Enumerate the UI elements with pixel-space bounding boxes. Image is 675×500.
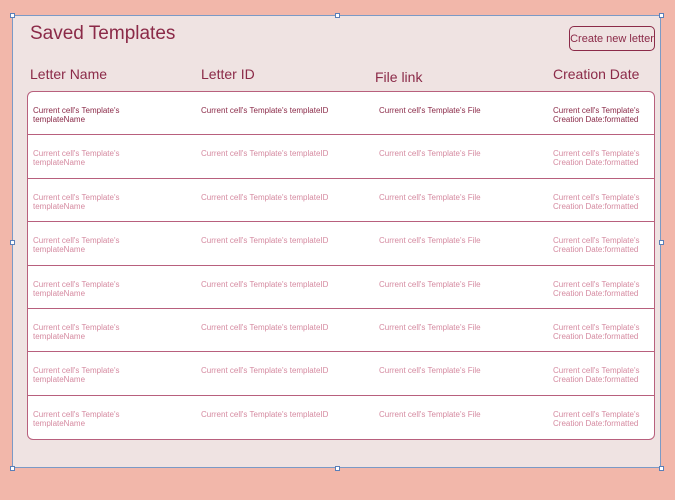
resize-handle-bottom-left[interactable] [10, 466, 15, 471]
template-id-cell: Current cell's Template's templateID [201, 236, 329, 246]
page-title: Saved Templates [30, 23, 176, 44]
resize-handle-bottom-middle[interactable] [335, 466, 340, 471]
templates-table: Current cell's Template's templateName C… [27, 91, 655, 440]
resize-handle-top-left[interactable] [10, 13, 15, 18]
template-name-cell: Current cell's Template's templateName [33, 322, 120, 341]
template-file-link[interactable]: Current cell's Template's File [379, 323, 519, 332]
template-name-cell: Current cell's Template's templateName [33, 192, 120, 211]
resize-handle-middle-left[interactable] [10, 240, 15, 245]
creation-date-cell: Current cell's Template's Creation Date:… [553, 279, 640, 298]
table-row[interactable]: Current cell's Template's templateName C… [28, 179, 654, 223]
column-header-creation-date: Creation Date [553, 66, 640, 82]
resize-handle-bottom-right[interactable] [659, 466, 664, 471]
create-new-letter-button[interactable]: Create new letter [569, 26, 655, 51]
template-file-link[interactable]: Current cell's Template's File [379, 410, 519, 419]
column-header-letter-id: Letter ID [201, 66, 255, 82]
creation-date-cell: Current cell's Template's Creation Date:… [553, 366, 640, 385]
resize-handle-middle-right[interactable] [659, 240, 664, 245]
saved-templates-group[interactable]: Saved Templates Create new letter Letter… [10, 13, 664, 471]
template-file-link[interactable]: Current cell's Template's File [379, 149, 519, 158]
creation-date-cell: Current cell's Template's Creation Date:… [553, 322, 640, 341]
creation-date-cell: Current cell's Template's Creation Date:… [553, 236, 640, 255]
table-row[interactable]: Current cell's Template's templateName C… [28, 92, 654, 136]
table-row[interactable]: Current cell's Template's templateName C… [28, 135, 654, 179]
template-name-cell: Current cell's Template's templateName [33, 279, 120, 298]
table-row[interactable]: Current cell's Template's templateName C… [28, 396, 654, 439]
template-id-cell: Current cell's Template's templateID [201, 106, 329, 115]
creation-date-cell: Current cell's Template's Creation Date:… [553, 106, 640, 124]
template-name-cell: Current cell's Template's templateName [33, 106, 120, 124]
template-file-link[interactable]: Current cell's Template's File [379, 106, 519, 115]
template-id-cell: Current cell's Template's templateID [201, 409, 329, 419]
creation-date-cell: Current cell's Template's Creation Date:… [553, 149, 640, 168]
table-row[interactable]: Current cell's Template's templateName C… [28, 222, 654, 266]
template-file-link[interactable]: Current cell's Template's File [379, 280, 519, 289]
creation-date-cell: Current cell's Template's Creation Date:… [553, 192, 640, 211]
template-id-cell: Current cell's Template's templateID [201, 322, 329, 332]
template-name-cell: Current cell's Template's templateName [33, 366, 120, 385]
resize-handle-top-middle[interactable] [335, 13, 340, 18]
template-id-cell: Current cell's Template's templateID [201, 366, 329, 376]
table-row[interactable]: Current cell's Template's templateName C… [28, 352, 654, 396]
resize-handle-top-right[interactable] [659, 13, 664, 18]
template-file-link[interactable]: Current cell's Template's File [379, 193, 519, 202]
creation-date-cell: Current cell's Template's Creation Date:… [553, 409, 640, 428]
template-id-cell: Current cell's Template's templateID [201, 149, 329, 159]
table-row[interactable]: Current cell's Template's templateName C… [28, 266, 654, 309]
template-name-cell: Current cell's Template's templateName [33, 149, 120, 168]
template-name-cell: Current cell's Template's templateName [33, 409, 120, 428]
template-file-link[interactable]: Current cell's Template's File [379, 366, 519, 375]
column-header-letter-name: Letter Name [30, 66, 108, 82]
table-row[interactable]: Current cell's Template's templateName C… [28, 309, 654, 353]
column-header-file-link: File link [375, 69, 423, 85]
template-file-link[interactable]: Current cell's Template's File [379, 236, 519, 245]
template-name-cell: Current cell's Template's templateName [33, 236, 120, 255]
template-id-cell: Current cell's Template's templateID [201, 192, 329, 202]
template-id-cell: Current cell's Template's templateID [201, 279, 329, 289]
